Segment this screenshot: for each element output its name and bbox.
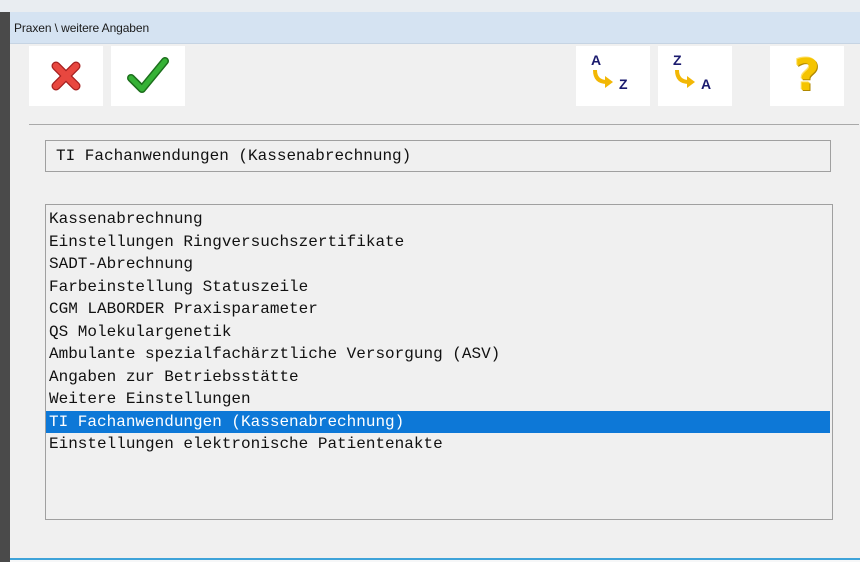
list-item[interactable]: SADT-Abrechnung: [46, 253, 830, 276]
background-edge: [0, 12, 10, 562]
list-item[interactable]: Kassenabrechnung: [46, 208, 830, 231]
sort-za-top-letter: Z: [673, 52, 682, 68]
dialog-window: Praxen \ weitere Angaben A Z Z A ? TI Fa…: [10, 12, 860, 560]
sort-az-top-letter: A: [591, 52, 602, 68]
selected-section-field: TI Fachanwendungen (Kassenabrechnung): [45, 140, 831, 172]
sort-descending-button[interactable]: Z A: [658, 46, 732, 106]
red-x-icon: [48, 58, 84, 94]
list-item[interactable]: Ambulante spezialfachärztliche Versorgun…: [46, 343, 830, 366]
sort-ascending-button[interactable]: A Z: [576, 46, 650, 106]
sort-za-bottom-letter: A: [701, 76, 712, 92]
sort-az-bottom-letter: Z: [619, 76, 628, 92]
question-mark-icon: ?: [794, 50, 820, 101]
title-bar: Praxen \ weitere Angaben: [10, 12, 860, 44]
list-item[interactable]: CGM LABORDER Praxisparameter: [46, 298, 830, 321]
window-title: Praxen \ weitere Angaben: [14, 20, 150, 35]
section-listbox[interactable]: Kassenabrechnung Einstellungen Ringversuc…: [45, 204, 833, 520]
list-item[interactable]: Angaben zur Betriebsstätte: [46, 366, 830, 389]
ok-button[interactable]: [111, 46, 185, 106]
sort-za-icon: Z A: [671, 52, 719, 98]
sort-az-icon: A Z: [589, 52, 637, 98]
green-checkmark-icon: [127, 56, 169, 96]
screen: Praxen \ weitere Angaben A Z Z A ? TI Fa…: [0, 0, 860, 562]
toolbar-separator: [29, 124, 859, 125]
list-item-selected[interactable]: TI Fachanwendungen (Kassenabrechnung): [46, 410, 830, 433]
help-button[interactable]: ?: [770, 46, 844, 106]
toolbar: A Z Z A ?: [10, 44, 860, 124]
cancel-button[interactable]: [29, 46, 103, 106]
list-item[interactable]: QS Molekulargenetik: [46, 321, 830, 344]
list-item[interactable]: Einstellungen elektronische Patientenakt…: [46, 433, 830, 456]
list-item[interactable]: Farbeinstellung Statuszeile: [46, 276, 830, 299]
window-bottom-border: [10, 558, 860, 560]
list-item[interactable]: Weitere Einstellungen: [46, 388, 830, 411]
list-item[interactable]: Einstellungen Ringversuchszertifikate: [46, 231, 830, 254]
